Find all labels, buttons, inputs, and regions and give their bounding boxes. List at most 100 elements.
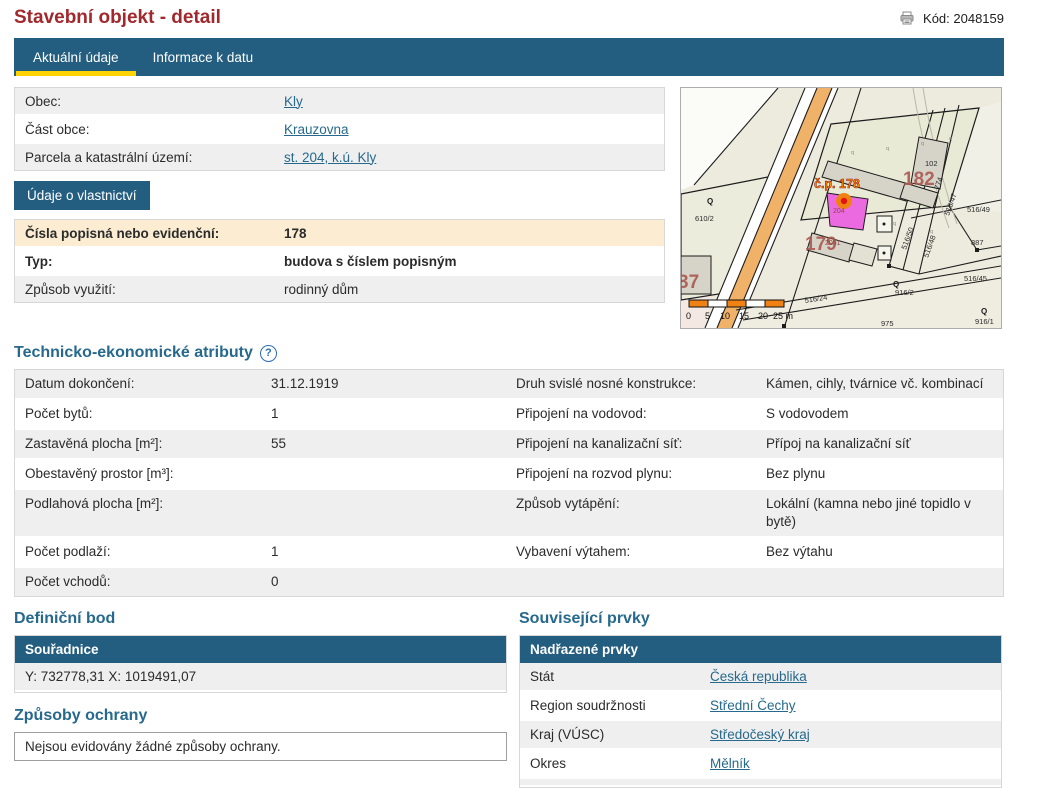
tab-label: Informace k datu <box>153 50 254 65</box>
attr-label: Počet bytů: <box>15 405 271 423</box>
table-row: Zastavěná plocha [m²]: 55 Připojení na k… <box>15 430 1003 460</box>
svg-text:q: q <box>949 136 952 142</box>
cadastral-map[interactable]: č.p. 178 182 179 37 102 774 516/47 516/4… <box>680 87 1002 329</box>
attr-label: Obestavěný prostor [m³]: <box>15 465 271 483</box>
row-label: Okres <box>520 756 710 771</box>
svg-text:q: q <box>851 150 854 156</box>
tab-label: Aktuální údaje <box>33 50 119 65</box>
attr-value: 0 <box>271 573 516 591</box>
coordinates-header: Souřadnice <box>15 636 506 663</box>
attr-value <box>271 495 516 531</box>
attr-label: Datum dokončení: <box>15 375 271 393</box>
object-code: Kód: 2048159 <box>923 11 1004 26</box>
location-table: Obec: Kly Část obce: Krauzovna Parcela a… <box>14 87 665 171</box>
bottom-section: Definiční bod Souřadnice Y: 732778,31 X:… <box>14 610 1004 788</box>
section-title: Technicko-ekonomické atributy <box>14 344 253 362</box>
tab-aktualni-udaje[interactable]: Aktuální údaje <box>16 38 136 76</box>
attr-value: S vodovodem <box>766 405 1003 423</box>
table-row: Obec: Kly <box>15 88 664 116</box>
svg-text:q: q <box>886 146 889 152</box>
tab-informace-k-datu[interactable]: Informace k datu <box>136 38 271 76</box>
obec-link[interactable]: Kly <box>284 94 303 109</box>
tech-attributes-heading: Technicko-ekonomické atributy ? <box>14 344 1004 362</box>
attr-label: Počet podlaží: <box>15 543 271 561</box>
svg-text:37: 37 <box>681 272 699 293</box>
print-icon[interactable] <box>900 11 914 25</box>
attr-label: Připojení na rozvod plynu: <box>516 465 766 483</box>
page-title: Stavební objekt - detail <box>14 7 221 29</box>
attr-value: Bez výtahu <box>766 543 1003 561</box>
table-row <box>520 779 1001 787</box>
protection-note: Nejsou evidovány žádné způsoby ochrany. <box>14 732 507 761</box>
attr-label: Vybavení výtahem: <box>516 543 766 561</box>
related-table: Nadřazené prvky Stát Česká republika Reg… <box>519 635 1002 788</box>
page-header: Stavební objekt - detail Kód: 2048159 <box>14 4 1004 32</box>
row-value: budova s číslem popisným <box>284 254 664 269</box>
row-label: Region soudržnosti <box>520 698 710 713</box>
table-row: Čísla popisná nebo evidenční: 178 <box>15 220 664 248</box>
attr-value: 31.12.1919 <box>271 375 516 393</box>
row-label: Obec: <box>15 94 284 109</box>
attr-value <box>766 573 1003 591</box>
row-label: Způsob využití: <box>15 282 284 297</box>
object-code-area: Kód: 2048159 <box>900 11 1004 26</box>
building-table: Čísla popisná nebo evidenční: 178 Typ: b… <box>14 219 665 303</box>
row-value: rodinný dům <box>284 282 664 297</box>
svg-text:20: 20 <box>758 311 768 321</box>
tech-attributes-table: Datum dokončení: 31.12.1919 Druh svislé … <box>14 369 1004 597</box>
svg-text:15: 15 <box>739 311 749 321</box>
svg-text:2051: 2051 <box>825 240 841 247</box>
svg-text:5: 5 <box>705 311 710 321</box>
attr-label: Počet vchodů: <box>15 573 271 591</box>
attr-value: Lokální (kamna nebo jiné topidlo v bytě) <box>766 495 1003 531</box>
related-table-header: Nadřazené prvky <box>520 636 1001 663</box>
row-label: Část obce: <box>15 122 284 137</box>
coordinates-table: Souřadnice Y: 732778,31 X: 1019491,07 <box>14 635 507 693</box>
attr-value: 55 <box>271 435 516 453</box>
attr-value: Bez plynu <box>766 465 1003 483</box>
svg-text:q: q <box>921 141 924 147</box>
svg-text:0: 0 <box>686 311 691 321</box>
related-heading: Související prvky <box>519 610 1002 628</box>
help-icon[interactable]: ? <box>260 345 277 362</box>
attr-label: Druh svislé nosné konstrukce: <box>516 375 766 393</box>
attr-value: 1 <box>271 543 516 561</box>
cadastral-map-svg: č.p. 178 182 179 37 102 774 516/47 516/4… <box>681 88 1001 328</box>
kraj-link[interactable]: Středočeský kraj <box>710 727 810 742</box>
cast-obce-link[interactable]: Krauzovna <box>284 122 349 137</box>
row-label: Stát <box>520 669 710 684</box>
table-row: Obestavěný prostor [m³]: Připojení na ro… <box>15 460 1003 490</box>
row-value: 178 <box>284 226 664 241</box>
svg-text:516/49: 516/49 <box>967 205 990 214</box>
svg-text:916/2: 916/2 <box>895 288 914 297</box>
svg-text:916/1: 916/1 <box>975 317 994 326</box>
svg-text:102: 102 <box>925 159 938 168</box>
svg-text:Q: Q <box>707 197 713 206</box>
top-section: Obec: Kly Část obce: Krauzovna Parcela a… <box>14 87 1004 329</box>
parcela-link[interactable]: st. 204, k.ú. Kly <box>284 150 376 165</box>
svg-text:516/45: 516/45 <box>964 274 987 283</box>
coordinates-value: Y: 732778,31 X: 1019491,07 <box>15 669 196 684</box>
table-row: Způsob využití: rodinný dům <box>15 276 664 302</box>
table-row: Počet podlaží: 1 Vybavení výtahem: Bez v… <box>15 538 1003 568</box>
related-elements-column: Související prvky Nadřazené prvky Stát Č… <box>519 610 1002 788</box>
table-row: Datum dokončení: 31.12.1919 Druh svislé … <box>15 370 1003 400</box>
svg-text:610/2: 610/2 <box>695 214 714 223</box>
row-label: Kraj (VÚSC) <box>520 727 710 742</box>
region-link[interactable]: Střední Čechy <box>710 698 796 713</box>
table-row: Y: 732778,31 X: 1019491,07 <box>15 663 506 692</box>
svg-text:q: q <box>893 221 896 227</box>
okres-link[interactable]: Mělník <box>710 756 750 771</box>
table-row: Kraj (VÚSC) Středočeský kraj <box>520 721 1001 750</box>
table-row: Podlahová plocha [m²]: Způsob vytápění: … <box>15 490 1003 538</box>
definition-point-column: Definiční bod Souřadnice Y: 732778,31 X:… <box>14 610 507 761</box>
svg-text:10: 10 <box>720 311 730 321</box>
protection-heading: Způsoby ochrany <box>14 707 507 725</box>
table-row: Okres Mělník <box>520 750 1001 779</box>
ownership-button[interactable]: Údaje o vlastnictví <box>14 181 150 210</box>
svg-text:204: 204 <box>833 208 845 215</box>
stat-link[interactable]: Česká republika <box>710 669 807 684</box>
svg-text:182: 182 <box>903 169 935 190</box>
row-label: Parcela a katastrální území: <box>15 150 284 165</box>
svg-text:25 m: 25 m <box>773 311 793 321</box>
